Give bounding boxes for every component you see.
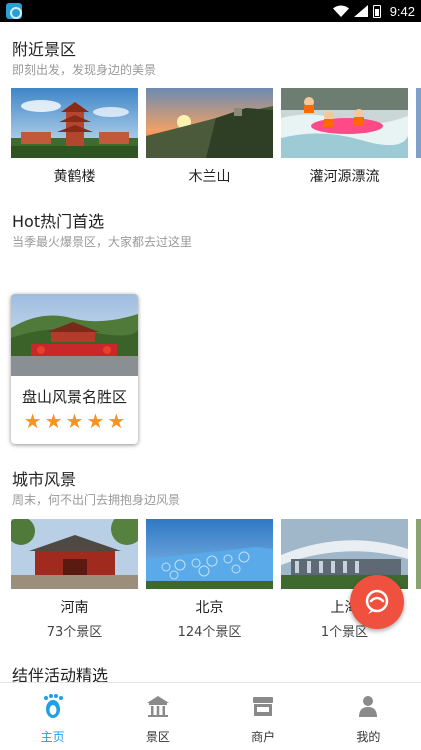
huanghelou-image (11, 88, 138, 158)
app-notification-icon (6, 3, 22, 19)
star-icon: ★ (23, 409, 42, 433)
nearby-card-name: 黄鹤楼 (53, 169, 96, 185)
nearby-card-mulanshan[interactable]: 木兰山 (146, 88, 273, 186)
activities-section-title: 结伴活动精选 (12, 666, 109, 682)
city-card-name: 北京 (195, 600, 224, 616)
user-icon (355, 693, 381, 719)
hot-section-subtitle: 当季最火爆景区，大家都去过这里 (12, 235, 193, 249)
nearby-card-row[interactable]: 黄鹤楼 木兰山 灌河源漂流 (11, 88, 421, 186)
city-section-title: 城市风景 (12, 470, 77, 489)
temple-icon (145, 693, 171, 719)
signal-icon (353, 5, 368, 17)
chat-bubble-icon (365, 589, 389, 614)
star-icon: ★ (44, 409, 63, 433)
nearby-section-title: 附近景区 (12, 40, 77, 59)
nav-scenic-label: 景区 (145, 730, 170, 744)
city-section-subtitle: 周末，何不出门去拥抱身边风景 (12, 493, 181, 507)
city-card-name: 河南 (60, 600, 89, 616)
status-bar: 9:42 (0, 0, 421, 22)
panshan-image (11, 294, 138, 376)
nav-merchant-label: 商户 (251, 730, 276, 744)
nearby-section-subtitle: 即刻出发，发现身边的美景 (12, 63, 157, 77)
nearby-card-peek (416, 88, 421, 158)
nav-scenic[interactable]: 景区 (105, 683, 210, 750)
nearby-card-name: 灌河源漂流 (309, 169, 380, 185)
nearby-card-name: 木兰山 (188, 169, 231, 185)
nav-merchant[interactable]: 商户 (211, 683, 316, 750)
status-time: 9:42 (389, 3, 415, 19)
star-icon: ★ (107, 409, 126, 433)
rating-stars: ★ ★ ★ ★ ★ (11, 411, 138, 431)
beijing-image (146, 519, 273, 589)
mulanshan-image (146, 88, 273, 158)
customer-service-button[interactable] (350, 575, 404, 629)
star-icon: ★ (65, 409, 84, 433)
shop-icon (250, 693, 276, 719)
nearby-card-guanheyuan[interactable]: 灌河源漂流 (281, 88, 408, 186)
footprint-icon (40, 693, 66, 719)
bottom-navigation: 主页 景区 商户 我的 (0, 682, 421, 750)
hot-card-name: 盘山风景名胜区 (21, 388, 127, 406)
city-card-henan[interactable]: 河南 73个景区 (11, 519, 138, 640)
city-card-beijing[interactable]: 北京 124个景区 (146, 519, 273, 640)
henan-image (11, 519, 138, 589)
nav-mine[interactable]: 我的 (316, 683, 421, 750)
battery-icon (372, 4, 381, 18)
hot-section-title: Hot热门首选 (12, 212, 105, 231)
nav-home-label: 主页 (40, 730, 65, 744)
city-card-count: 124个景区 (177, 625, 242, 640)
wifi-icon (332, 5, 349, 17)
guanheyuan-image (281, 88, 408, 158)
city-card-peek (416, 519, 421, 589)
hot-card-panshan[interactable]: 盘山风景名胜区 ★ ★ ★ ★ ★ (11, 294, 138, 444)
nav-mine-label: 我的 (356, 730, 381, 744)
nav-home[interactable]: 主页 (0, 683, 105, 750)
nearby-card-huanghelou[interactable]: 黄鹤楼 (11, 88, 138, 186)
star-icon: ★ (86, 409, 105, 433)
city-card-count: 73个景区 (46, 625, 103, 640)
